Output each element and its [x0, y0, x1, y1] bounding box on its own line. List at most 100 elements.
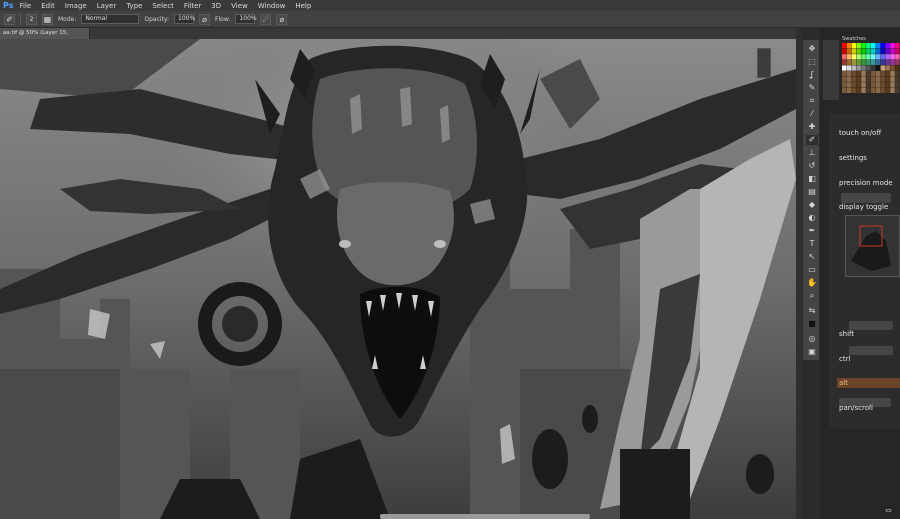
- swatch-color[interactable]: [890, 82, 895, 88]
- swatch-color[interactable]: [875, 48, 881, 54]
- swatch-color[interactable]: [842, 43, 847, 49]
- swatch-color[interactable]: [875, 71, 881, 77]
- swatch-color[interactable]: [856, 71, 861, 77]
- swatch-color[interactable]: [890, 87, 895, 93]
- shift-key-button[interactable]: shift: [839, 330, 854, 338]
- swatch-color[interactable]: [895, 43, 900, 49]
- swatch-color[interactable]: [895, 54, 900, 60]
- menu-filter[interactable]: Filter: [184, 2, 201, 10]
- document-canvas[interactable]: [0, 39, 796, 519]
- swatch-color[interactable]: [861, 76, 866, 82]
- pen-icon[interactable]: ✒: [806, 226, 818, 236]
- swatch-color[interactable]: [851, 76, 857, 82]
- swatch-color[interactable]: [861, 71, 866, 77]
- swatch-color[interactable]: [866, 71, 871, 77]
- swatch-color[interactable]: [880, 48, 886, 54]
- swatch-color[interactable]: [880, 82, 886, 88]
- swatch-color[interactable]: [842, 71, 847, 77]
- swatch-color[interactable]: [895, 65, 900, 71]
- swatch-color[interactable]: [856, 65, 861, 71]
- swatch-color[interactable]: [880, 65, 886, 71]
- swatch-color[interactable]: [875, 43, 881, 49]
- swatch-color[interactable]: [895, 76, 900, 82]
- swatch-color[interactable]: [895, 87, 900, 93]
- swatch-color[interactable]: [885, 82, 890, 88]
- color-swap-icon[interactable]: ⇆: [806, 306, 818, 316]
- marquee-icon[interactable]: ⬚: [806, 57, 818, 67]
- alt-key-button[interactable]: alt: [839, 379, 848, 387]
- brush-icon[interactable]: ✐: [806, 135, 818, 145]
- swatch-color[interactable]: [890, 71, 895, 77]
- ctrl-key-button[interactable]: ctrl: [839, 355, 850, 363]
- swatch-color[interactable]: [856, 82, 861, 88]
- menu-layer[interactable]: Layer: [97, 2, 117, 10]
- swatch-color[interactable]: [871, 82, 876, 88]
- menu-image[interactable]: Image: [65, 2, 87, 10]
- menu-type[interactable]: Type: [126, 2, 142, 10]
- foreground-background-icon[interactable]: ■: [806, 319, 818, 329]
- swatch-color[interactable]: [866, 82, 871, 88]
- pan-scroll-button[interactable]: pan/scroll: [839, 404, 873, 412]
- swatch-color[interactable]: [885, 43, 890, 49]
- swatch-color[interactable]: [895, 48, 900, 54]
- swatch-color[interactable]: [866, 76, 871, 82]
- swatch-color[interactable]: [875, 65, 881, 71]
- menu-select[interactable]: Select: [152, 2, 174, 10]
- swatch-color[interactable]: [846, 76, 852, 82]
- swatch-color[interactable]: [871, 59, 876, 65]
- size-pressure-icon[interactable]: ⌀: [276, 13, 288, 25]
- swatch-color[interactable]: [871, 87, 876, 93]
- swatch-color[interactable]: [842, 82, 847, 88]
- swatch-color[interactable]: [885, 65, 890, 71]
- swatch-color[interactable]: [851, 54, 857, 60]
- airbrush-icon[interactable]: ☄: [260, 13, 272, 25]
- quick-select-icon[interactable]: ✎: [806, 83, 818, 93]
- swatch-color[interactable]: [851, 43, 857, 49]
- swatch-color[interactable]: [846, 65, 852, 71]
- panel-collapse-icon[interactable]: ⇔: [885, 506, 892, 515]
- swatch-color[interactable]: [842, 76, 847, 82]
- swatch-color[interactable]: [885, 71, 890, 77]
- blend-mode-select[interactable]: Normal: [81, 14, 140, 24]
- swatch-color[interactable]: [846, 87, 852, 93]
- collapsed-panel-icon[interactable]: [757, 48, 771, 78]
- swatch-color[interactable]: [861, 43, 866, 49]
- menu-help[interactable]: Help: [295, 2, 311, 10]
- swatch-color[interactable]: [861, 48, 866, 54]
- swatch-color[interactable]: [842, 54, 847, 60]
- swatch-color[interactable]: [875, 76, 881, 82]
- swatch-color[interactable]: [861, 87, 866, 93]
- swatch-color[interactable]: [856, 76, 861, 82]
- quick-mask-icon[interactable]: ◎: [806, 334, 818, 344]
- swatch-color[interactable]: [851, 59, 857, 65]
- swatch-color[interactable]: [875, 54, 881, 60]
- swatch-color[interactable]: [846, 59, 852, 65]
- swatch-color[interactable]: [890, 48, 895, 54]
- swatch-color[interactable]: [880, 59, 886, 65]
- swatch-color[interactable]: [861, 82, 866, 88]
- swatch-color[interactable]: [866, 65, 871, 71]
- swatch-color[interactable]: [856, 59, 861, 65]
- opacity-field[interactable]: 100%: [174, 14, 195, 24]
- navigator-thumbnail[interactable]: [845, 215, 900, 277]
- swatch-color[interactable]: [871, 43, 876, 49]
- swatch-color[interactable]: [871, 65, 876, 71]
- shape-icon[interactable]: ▭: [806, 265, 818, 275]
- swatch-color[interactable]: [846, 54, 852, 60]
- eyedropper-icon[interactable]: ⁄: [806, 109, 818, 119]
- swatch-color[interactable]: [890, 65, 895, 71]
- swatch-color[interactable]: [842, 65, 847, 71]
- swatch-color[interactable]: [895, 59, 900, 65]
- hand-icon[interactable]: ✋: [806, 278, 818, 288]
- swatch-color[interactable]: [851, 65, 857, 71]
- swatch-color[interactable]: [895, 71, 900, 77]
- swatch-color[interactable]: [885, 48, 890, 54]
- swatch-color[interactable]: [866, 43, 871, 49]
- swatch-color[interactable]: [890, 76, 895, 82]
- swatch-color[interactable]: [846, 71, 852, 77]
- swatch-color[interactable]: [871, 76, 876, 82]
- swatch-color[interactable]: [875, 87, 881, 93]
- screen-mode-icon[interactable]: ▣: [806, 347, 818, 357]
- menu-3d[interactable]: 3D: [211, 2, 221, 10]
- swatch-color[interactable]: [866, 48, 871, 54]
